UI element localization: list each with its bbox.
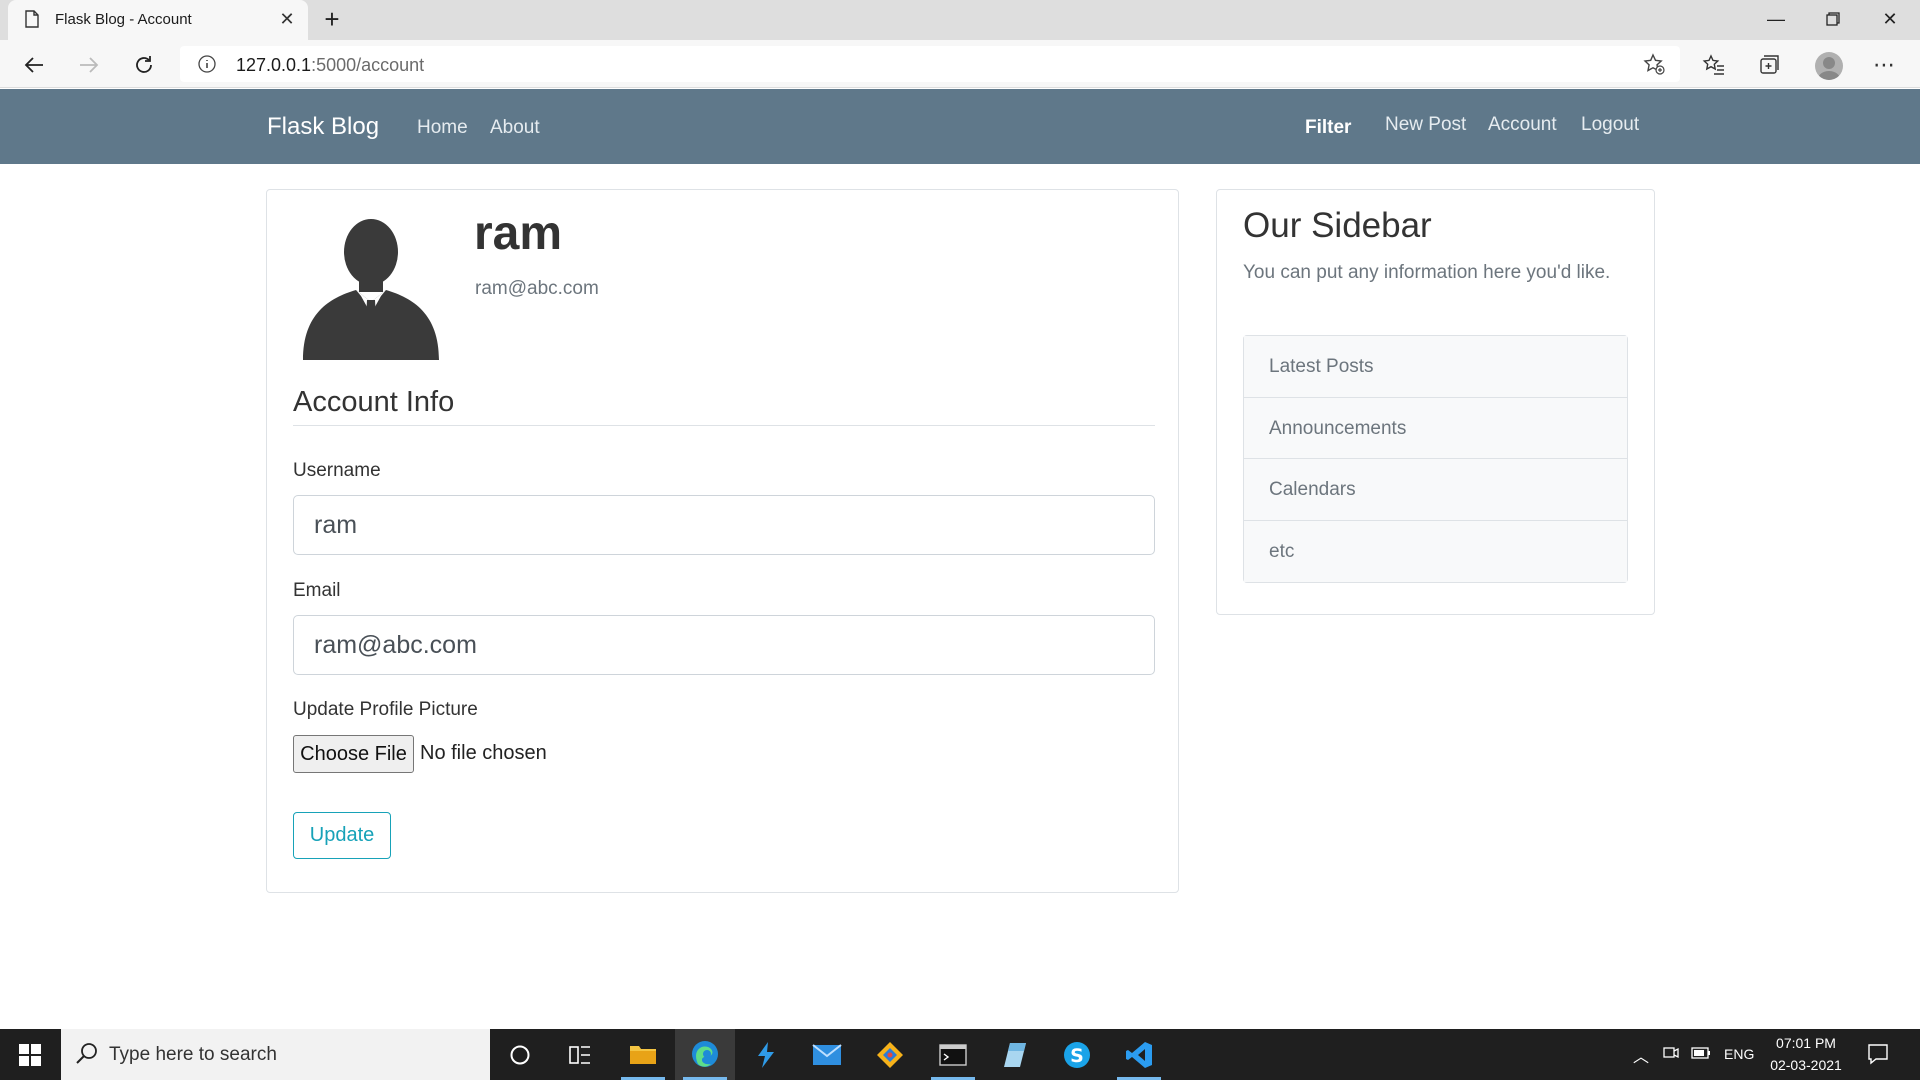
- profile-avatar-icon[interactable]: [1815, 52, 1843, 80]
- close-window-icon[interactable]: ✕: [1870, 4, 1910, 34]
- url-text: 127.0.0.1:5000/account: [236, 55, 425, 75]
- account-info-heading: Account Info: [293, 386, 1155, 426]
- clock-time[interactable]: 07:01 PM: [1776, 1035, 1836, 1051]
- nav-link-home[interactable]: Home: [417, 117, 468, 139]
- email-field[interactable]: [293, 615, 1155, 675]
- nav-link-account[interactable]: Account: [1488, 114, 1557, 136]
- git-tool-icon[interactable]: [860, 1029, 920, 1080]
- update-button[interactable]: Update: [293, 812, 391, 859]
- notepad-icon[interactable]: [985, 1029, 1045, 1080]
- minimize-icon[interactable]: —: [1756, 4, 1796, 34]
- mail-icon[interactable]: [797, 1029, 857, 1080]
- email-label: Email: [293, 580, 341, 601]
- windows-start-icon[interactable]: [0, 1029, 60, 1080]
- account-username: ram: [474, 207, 563, 260]
- brand-link[interactable]: Flask Blog: [267, 113, 379, 141]
- browser-toolbar: 127.0.0.1:5000/account ⋯: [0, 40, 1920, 88]
- tab-title: Flask Blog - Account: [55, 11, 192, 28]
- collections-icon[interactable]: [1752, 48, 1786, 82]
- sidebar-item-latest-posts[interactable]: Latest Posts: [1244, 336, 1627, 398]
- username-field[interactable]: [293, 495, 1155, 555]
- vscode-icon[interactable]: [1109, 1029, 1169, 1080]
- skype-icon[interactable]: S: [1047, 1029, 1107, 1080]
- sidebar-card: Our Sidebar You can put any information …: [1216, 189, 1655, 615]
- address-bar[interactable]: 127.0.0.1:5000/account: [180, 46, 1680, 82]
- account-card: ram ram@abc.com Account Info Username Em…: [266, 189, 1179, 893]
- nav-link-filter[interactable]: Filter: [1305, 117, 1351, 139]
- forward-arrow-icon[interactable]: [73, 49, 105, 81]
- sidebar-list: Latest Posts Announcements Calendars etc: [1243, 335, 1628, 583]
- taskbar-search-box[interactable]: Type here to search: [61, 1029, 490, 1080]
- restore-icon[interactable]: [1813, 4, 1853, 34]
- choose-file-button[interactable]: Choose File: [293, 735, 414, 773]
- azure-data-studio-icon[interactable]: [736, 1029, 796, 1080]
- nav-link-new-post[interactable]: New Post: [1385, 114, 1466, 136]
- sidebar-item-calendars[interactable]: Calendars: [1244, 459, 1627, 521]
- site-info-icon[interactable]: [198, 55, 216, 78]
- profile-picture: [301, 210, 441, 360]
- username-label: Username: [293, 460, 381, 481]
- file-status-text: No file chosen: [420, 742, 547, 764]
- more-options-icon[interactable]: ⋯: [1867, 48, 1901, 82]
- meet-now-icon[interactable]: [1663, 1044, 1679, 1065]
- file-explorer-icon[interactable]: [613, 1029, 673, 1080]
- picture-label: Update Profile Picture: [293, 699, 478, 720]
- language-indicator[interactable]: ENG: [1724, 1046, 1754, 1062]
- browser-tab[interactable]: Flask Blog - Account ✕: [8, 0, 308, 40]
- chevron-up-icon[interactable]: ︿: [1633, 1043, 1649, 1067]
- sidebar-item-announcements[interactable]: Announcements: [1244, 397, 1627, 459]
- refresh-icon[interactable]: [128, 49, 160, 81]
- account-email: ram@abc.com: [475, 278, 599, 299]
- site-navbar: Flask Blog Home About Filter New Post Ac…: [0, 89, 1920, 164]
- windows-taskbar: Type here to search S ︿ ENG 07:01 PM 02-…: [0, 1029, 1920, 1080]
- cortana-icon[interactable]: [490, 1029, 550, 1080]
- browser-tab-bar: Flask Blog - Account ✕ + — ✕: [0, 0, 1920, 40]
- back-arrow-icon[interactable]: [18, 49, 50, 81]
- sidebar-title: Our Sidebar: [1243, 206, 1432, 245]
- favorites-icon[interactable]: [1697, 48, 1731, 82]
- notifications-icon[interactable]: [1867, 1043, 1889, 1068]
- clock-date[interactable]: 02-03-2021: [1766, 1057, 1846, 1073]
- nav-link-logout[interactable]: Logout: [1581, 114, 1639, 136]
- page-icon: [25, 10, 39, 33]
- terminal-icon[interactable]: [923, 1029, 983, 1080]
- nav-link-about[interactable]: About: [490, 117, 540, 139]
- search-placeholder: Type here to search: [109, 1044, 277, 1065]
- sidebar-description: You can put any information here you'd l…: [1243, 262, 1611, 283]
- add-favorite-icon[interactable]: [1642, 52, 1666, 82]
- task-view-icon[interactable]: [550, 1029, 610, 1080]
- svg-text:S: S: [1070, 1045, 1084, 1067]
- search-icon: [75, 1041, 99, 1070]
- battery-icon[interactable]: [1691, 1046, 1711, 1062]
- new-tab-icon[interactable]: +: [318, 6, 346, 34]
- sidebar-item-etc[interactable]: etc: [1244, 520, 1627, 582]
- close-tab-icon[interactable]: ✕: [276, 8, 298, 30]
- edge-browser-icon[interactable]: [675, 1029, 735, 1080]
